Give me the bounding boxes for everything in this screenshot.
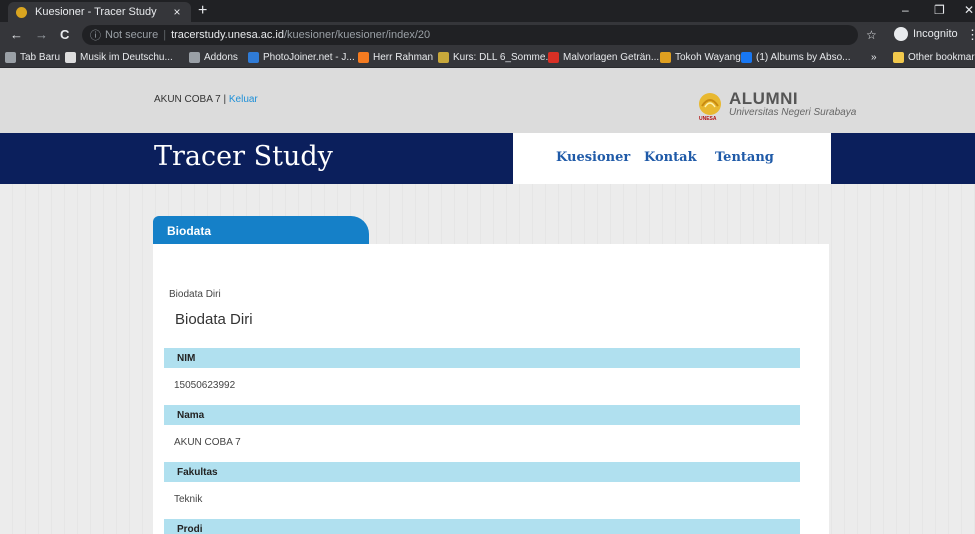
- bookmark-item[interactable]: Malvorlagen Geträn...: [548, 52, 659, 63]
- bookmark-favicon-icon: [248, 52, 259, 63]
- breadcrumb: Biodata Diri: [169, 289, 221, 300]
- bookmarks-bar: Tab Baru Musik im Deutschu... Addons Pho…: [0, 48, 975, 68]
- reload-icon[interactable]: C: [60, 27, 69, 43]
- alumni-logo-title: ALUMNI: [729, 89, 799, 108]
- address-bar[interactable]: ⓘ Not secure | tracerstudy.unesa.ac.id /…: [82, 25, 858, 45]
- close-window-icon[interactable]: ✕: [964, 3, 974, 17]
- bookmark-item[interactable]: Addons: [189, 52, 238, 63]
- other-bookmarks-label: Other bookmarks: [908, 52, 975, 63]
- bookmark-label: PhotoJoiner.net - J...: [263, 52, 355, 63]
- new-tab-button[interactable]: +: [198, 3, 207, 19]
- bookmark-label: Herr Rahman: [373, 52, 434, 63]
- bookmark-label: Malvorlagen Geträn...: [563, 52, 660, 63]
- minimize-icon[interactable]: –: [902, 3, 909, 17]
- section-heading: Biodata Diri: [175, 311, 253, 328]
- bookmark-item[interactable]: (1) Albums by Abso...: [741, 52, 851, 63]
- bookmark-favicon-icon: [438, 52, 449, 63]
- nav-tentang[interactable]: Tentang: [715, 150, 774, 165]
- bookmark-favicon-icon: [189, 52, 200, 63]
- incognito-label: Incognito: [913, 28, 958, 40]
- browser-tab-strip: Kuesioner - Tracer Study × + – ❐ ✕: [0, 0, 975, 22]
- url-host: tracerstudy.unesa.ac.id: [171, 29, 284, 41]
- bookmark-item[interactable]: Tab Baru: [5, 52, 60, 63]
- browser-menu-icon[interactable]: ⋮: [966, 27, 975, 43]
- bookmark-label: Addons: [204, 52, 238, 63]
- bookmark-label: Kurs: DLL 6_Somme...: [453, 52, 554, 63]
- tab-title: Kuesioner - Tracer Study: [35, 6, 157, 18]
- account-info: AKUN COBA 7 | Keluar: [154, 94, 258, 105]
- bookmark-favicon-icon: [65, 52, 76, 63]
- main-nav: Kuesioner Kontak Tentang: [513, 133, 831, 184]
- field-label-fakultas: Fakultas: [164, 462, 800, 482]
- bookmarks-overflow-icon[interactable]: »: [871, 52, 877, 63]
- site-favicon-icon: [16, 6, 27, 18]
- bookmark-label: Tab Baru: [20, 52, 61, 63]
- bookmark-item[interactable]: Herr Rahman: [358, 52, 433, 63]
- web-page: AKUN COBA 7 | Keluar UNESA ALUMNI Univer…: [0, 68, 975, 534]
- site-title[interactable]: Tracer Study: [154, 141, 333, 172]
- bookmark-item[interactable]: Tokoh Wayang: [660, 52, 741, 63]
- incognito-icon: [894, 27, 908, 41]
- nav-kontak[interactable]: Kontak: [644, 150, 697, 165]
- site-banner: Tracer Study Kuesioner Kontak Tentang: [0, 133, 975, 184]
- bookmark-label: (1) Albums by Abso...: [756, 52, 851, 63]
- browser-tab[interactable]: Kuesioner - Tracer Study ×: [8, 2, 191, 22]
- logout-link[interactable]: Keluar: [229, 94, 258, 105]
- bookmark-favicon-icon: [358, 52, 369, 63]
- bookmark-favicon-icon: [5, 52, 16, 63]
- info-icon[interactable]: ⓘ: [90, 27, 101, 43]
- emblem-text: UNESA: [699, 116, 717, 122]
- biodata-panel: Biodata Diri Biodata Diri NIM 1505062399…: [153, 244, 829, 534]
- nav-kuesioner[interactable]: Kuesioner: [556, 150, 630, 165]
- account-name: AKUN COBA 7: [154, 94, 221, 105]
- site-topbar: AKUN COBA 7 | Keluar UNESA ALUMNI Univer…: [0, 68, 975, 133]
- close-tab-icon[interactable]: ×: [169, 5, 185, 19]
- url-path: /kuesioner/kuesioner/index/20: [283, 29, 431, 41]
- bookmark-item[interactable]: PhotoJoiner.net - J...: [248, 52, 355, 63]
- field-value-nim: 15050623992: [174, 380, 236, 391]
- incognito-indicator[interactable]: Incognito: [894, 27, 958, 41]
- alumni-logo[interactable]: UNESA ALUMNI Universitas Negeri Surabaya: [693, 90, 856, 124]
- other-bookmarks-folder[interactable]: Other bookmarks: [893, 52, 975, 63]
- bookmark-label: Musik im Deutschu...: [80, 52, 173, 63]
- field-label-nama: Nama: [164, 405, 800, 425]
- unesa-emblem-icon: UNESA: [693, 90, 727, 124]
- bookmark-item[interactable]: Kurs: DLL 6_Somme...: [438, 52, 554, 63]
- bookmark-favicon-icon: [548, 52, 559, 63]
- bookmark-item[interactable]: Musik im Deutschu...: [65, 52, 173, 63]
- browser-toolbar: ← → C ⓘ Not secure | tracerstudy.unesa.a…: [0, 22, 975, 48]
- field-label-nim: NIM: [164, 348, 800, 368]
- account-separator: |: [220, 94, 229, 105]
- bookmark-favicon-icon: [660, 52, 671, 63]
- field-label-prodi: Prodi: [164, 519, 800, 534]
- folder-icon: [893, 52, 904, 63]
- bookmark-favicon-icon: [741, 52, 752, 63]
- restore-icon[interactable]: ❐: [934, 3, 945, 17]
- field-value-nama: AKUN COBA 7: [174, 437, 241, 448]
- field-value-fakultas: Teknik: [174, 494, 203, 505]
- bookmark-label: Tokoh Wayang: [675, 52, 741, 63]
- url-separator: |: [163, 29, 167, 41]
- forward-icon[interactable]: →: [35, 27, 48, 43]
- back-icon[interactable]: ←: [10, 27, 23, 43]
- tab-biodata[interactable]: Biodata: [153, 216, 369, 246]
- alumni-logo-subtitle: Universitas Negeri Surabaya: [729, 107, 857, 118]
- security-status: Not secure: [105, 29, 159, 41]
- bookmark-star-icon[interactable]: ☆: [866, 28, 877, 42]
